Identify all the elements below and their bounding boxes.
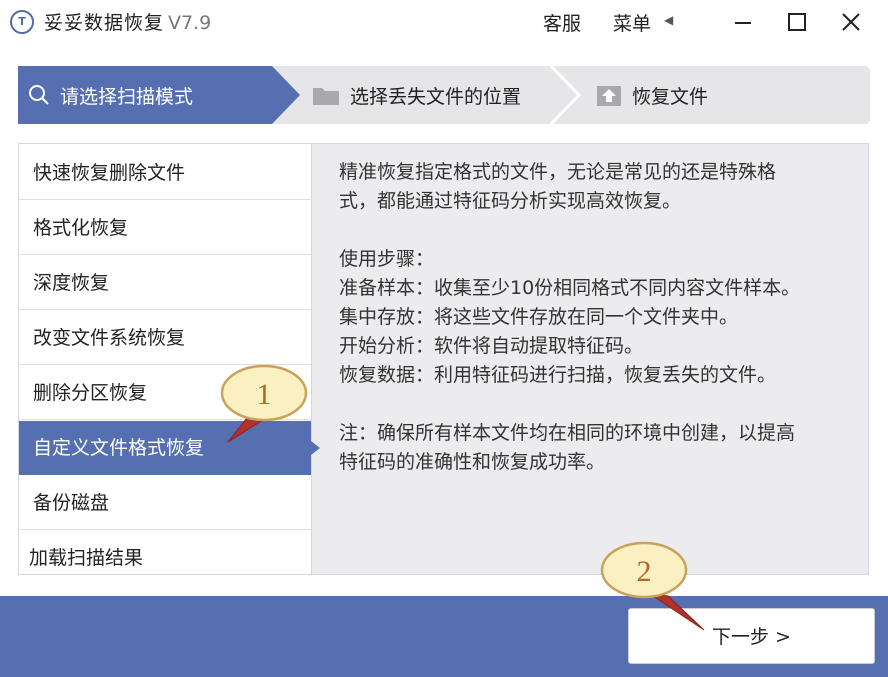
mode-quick-recover-deleted[interactable]: 快速恢复删除文件 xyxy=(19,146,311,200)
callout-2-number: 2 xyxy=(637,555,652,588)
mode-load-scan-results[interactable]: 加载扫描结果 xyxy=(19,531,311,585)
mode-format-recover[interactable]: 格式化恢复 xyxy=(19,201,311,255)
maximize-icon xyxy=(788,13,806,31)
description-note-line-2: 特征码的准确性和恢复成功率。 xyxy=(339,451,606,473)
app-logo-icon: T xyxy=(10,10,34,34)
step-label: 请选择扫描模式 xyxy=(60,85,194,108)
close-icon xyxy=(842,13,860,31)
folder-icon xyxy=(312,84,340,106)
callout-1-number: 1 xyxy=(257,378,272,411)
app-title: 妥妥数据恢复 V7.9 xyxy=(44,8,211,35)
menu-button[interactable]: 菜单 xyxy=(613,9,651,36)
step-label: 选择丢失文件的位置 xyxy=(350,85,522,108)
close-button[interactable] xyxy=(824,0,878,46)
title-bar: T 妥妥数据恢复 V7.9 客服 菜单 ◀ xyxy=(0,0,888,48)
description-steps-heading: 使用步骤： xyxy=(339,248,435,270)
step-recover-files: 恢复文件 xyxy=(596,66,708,124)
step-select-scan-mode: 请选择扫描模式 xyxy=(28,66,193,124)
callout-1-balloon: 1 xyxy=(220,364,308,443)
maximize-button[interactable] xyxy=(770,0,824,46)
step-progress-bar: 请选择扫描模式 选择丢失文件的位置 恢复文件 xyxy=(18,66,870,124)
description-step-4: 恢复数据：利用特征码进行扫描，恢复丢失的文件。 xyxy=(339,364,777,386)
upload-icon xyxy=(596,83,622,107)
mode-deep-recover[interactable]: 深度恢复 xyxy=(19,256,311,310)
description-step-2: 集中存放：将这些文件存放在同一个文件夹中。 xyxy=(339,306,739,328)
search-icon xyxy=(28,84,50,106)
description-note-line-1: 注：确保所有样本文件均在相同的环境中创建，以提高 xyxy=(339,422,796,444)
app-version: V7.9 xyxy=(168,12,212,34)
mode-backup-disk[interactable]: 备份磁盘 xyxy=(19,476,311,530)
minimize-button[interactable] xyxy=(716,0,770,46)
minimize-icon xyxy=(735,22,751,24)
customer-service-link[interactable]: 客服 xyxy=(543,9,581,36)
description-intro-line-2: 式，都能通过特征码分析实现高效恢复。 xyxy=(339,190,682,212)
step-label: 恢复文件 xyxy=(632,85,709,108)
app-name: 妥妥数据恢复 xyxy=(44,12,165,34)
mode-filesystem-change-recover[interactable]: 改变文件系统恢复 xyxy=(19,311,311,365)
description-step-1: 准备样本：收集至少10份相同格式不同内容文件样本。 xyxy=(339,277,801,299)
description-step-3: 开始分析：软件将自动提取特征码。 xyxy=(339,335,644,357)
mode-description: 精准恢复指定格式的文件，无论是常见的还是特殊格 式，都能通过特征码分析实现高效恢… xyxy=(339,158,849,477)
description-intro-line-1: 精准恢复指定格式的文件，无论是常见的还是特殊格 xyxy=(339,161,777,183)
callout-2-balloon: 2 xyxy=(600,541,705,631)
menu-arrow-icon: ◀ xyxy=(664,13,674,27)
step-select-location: 选择丢失文件的位置 xyxy=(312,66,521,124)
main-panel: 快速恢复删除文件 格式化恢复 深度恢复 改变文件系统恢复 删除分区恢复 自定义文… xyxy=(18,143,869,575)
